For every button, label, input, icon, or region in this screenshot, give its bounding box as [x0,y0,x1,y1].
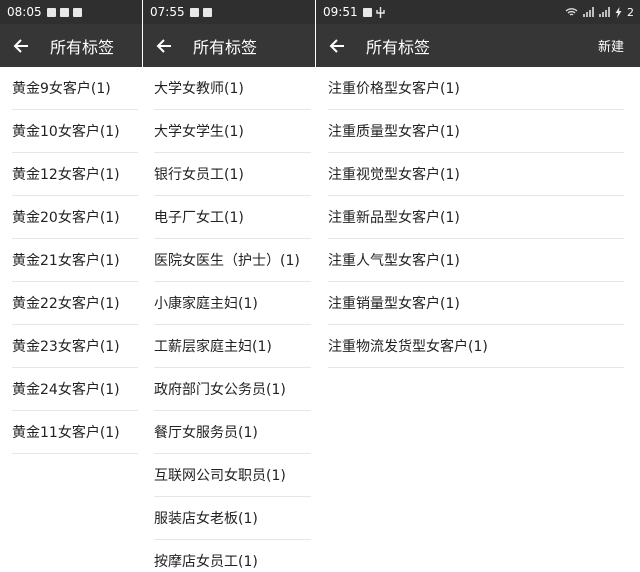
tag-item[interactable]: 餐厅女服务员(1) [154,411,311,454]
image-icon [46,7,56,17]
tag-item[interactable]: 黄金9女客户(1) [12,67,138,110]
tag-item[interactable]: 注重视觉型女客户(1) [328,153,624,196]
status-bar: 09:51 2 [316,0,640,24]
tag-item[interactable]: 黄金10女客户(1) [12,110,138,153]
tag-item[interactable]: 大学女学生(1) [154,110,311,153]
tag-item[interactable]: 注重人气型女客户(1) [328,239,624,282]
battery-level: 2 [627,5,634,19]
page-title: 所有标签 [50,37,115,57]
notification-icon [72,7,82,17]
tag-item[interactable]: 工薪层家庭主妇(1) [154,325,311,368]
tag-item[interactable]: 大学女教师(1) [154,67,311,110]
screen-3: 09:51 2 所有标签 新建 注重价格型女客户(1) 注重质量型女客户(1) … [316,0,640,572]
tag-item[interactable]: 互联网公司女职员(1) [154,454,311,497]
new-tag-button[interactable]: 新建 [598,36,624,55]
tag-list: 大学女教师(1) 大学女学生(1) 银行女员工(1) 电子厂女工(1) 医院女医… [143,67,315,572]
wifi-icon [565,8,578,16]
charging-icon [615,6,622,18]
page-title: 所有标签 [366,37,431,57]
status-bar: 08:05 [0,0,142,24]
screenshot-collage: 08:05 所有标签 黄金9女客户(1) 黄金10女客户(1) 黄金12女客户(… [0,0,640,572]
notification-icon [362,7,372,17]
notification-icon [202,7,212,17]
app-bar: 所有标签 新建 [316,24,640,67]
status-time: 08:05 [7,5,42,19]
tag-item[interactable]: 黄金12女客户(1) [12,153,138,196]
mail-icon [189,7,199,17]
tag-item[interactable]: 服装店女老板(1) [154,497,311,540]
tag-item[interactable]: 黄金11女客户(1) [12,411,138,454]
back-arrow-icon[interactable] [328,37,346,55]
usb-icon [375,6,385,18]
tag-item[interactable]: 银行女员工(1) [154,153,311,196]
status-right: 2 [565,6,640,19]
status-time: 09:51 [323,5,358,19]
app-bar: 所有标签 [0,24,142,67]
back-arrow-icon[interactable] [155,37,173,55]
tag-item[interactable]: 注重价格型女客户(1) [328,67,624,110]
tag-item[interactable]: 小康家庭主妇(1) [154,282,311,325]
tag-item[interactable]: 政府部门女公务员(1) [154,368,311,411]
tag-item[interactable]: 医院女医生（护士）(1) [154,239,311,282]
app-bar: 所有标签 [143,24,315,67]
page-title: 所有标签 [193,37,258,57]
tag-item[interactable]: 黄金23女客户(1) [12,325,138,368]
tag-list: 黄金9女客户(1) 黄金10女客户(1) 黄金12女客户(1) 黄金20女客户(… [0,67,142,454]
tag-item[interactable]: 注重质量型女客户(1) [328,110,624,153]
status-bar: 07:55 [143,0,315,24]
tag-item[interactable]: 黄金21女客户(1) [12,239,138,282]
tag-item[interactable]: 黄金24女客户(1) [12,368,138,411]
back-arrow-icon[interactable] [12,37,30,55]
tag-item[interactable]: 黄金22女客户(1) [12,282,138,325]
screen-2: 07:55 所有标签 大学女教师(1) 大学女学生(1) 银行女员工(1) 电子… [143,0,315,572]
status-time: 07:55 [150,5,185,19]
tag-item[interactable]: 黄金20女客户(1) [12,196,138,239]
tag-item[interactable]: 电子厂女工(1) [154,196,311,239]
tag-item[interactable]: 注重销量型女客户(1) [328,282,624,325]
tag-item[interactable]: 按摩店女员工(1) [154,540,311,572]
screen-1: 08:05 所有标签 黄金9女客户(1) 黄金10女客户(1) 黄金12女客户(… [0,0,142,572]
mail-icon [59,7,69,17]
tag-item[interactable]: 注重新品型女客户(1) [328,196,624,239]
signal-icon [583,7,594,17]
tag-list: 注重价格型女客户(1) 注重质量型女客户(1) 注重视觉型女客户(1) 注重新品… [316,67,640,368]
signal-icon [599,7,610,17]
tag-item[interactable]: 注重物流发货型女客户(1) [328,325,624,368]
